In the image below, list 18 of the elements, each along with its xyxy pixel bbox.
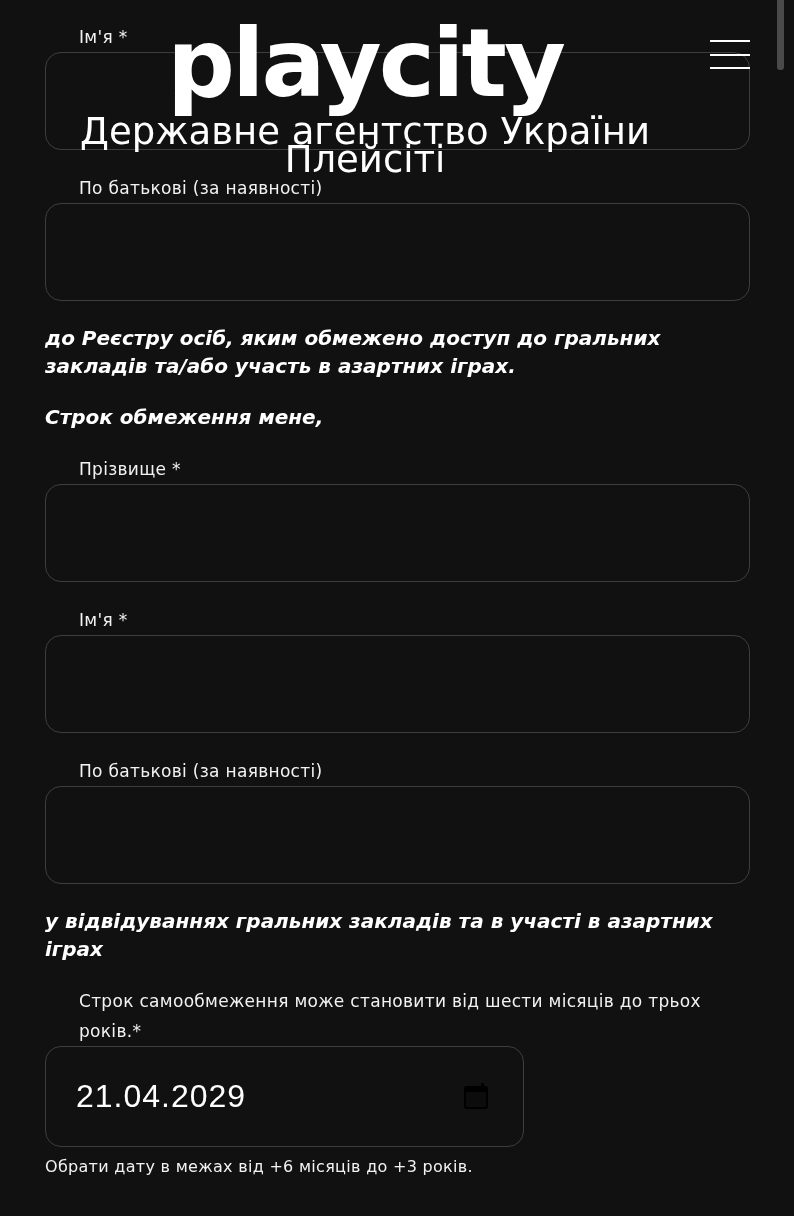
field-label: Ім'я * [79, 609, 128, 632]
logo-text[interactable]: playcity [163, 8, 567, 118]
field-label: По батькові (за наявності) [79, 177, 323, 200]
input-field[interactable] [45, 203, 750, 301]
menu-icon[interactable] [710, 40, 750, 70]
hint-text: Обрати дату в межах від +6 місяців до +3 років. [45, 1156, 473, 1178]
input-field[interactable] [45, 786, 750, 884]
field-label: Прізвище * [79, 458, 181, 481]
date-field[interactable]: 21.04.2029 [45, 1046, 524, 1147]
field-label: Ім'я * [79, 26, 128, 49]
scrollbar-thumb[interactable] [777, 0, 784, 70]
form-note: до Реєстру осіб, яким обмежено доступ до гральних закладів та/або участь в азартних іграх. [45, 325, 662, 380]
input-field[interactable] [45, 635, 750, 733]
form-note: у відвідуваннях гральних закладів та в участі в азартних іграх [45, 908, 714, 963]
form-note: Строк обмеження мене, [45, 404, 325, 431]
field-label: По батькові (за наявності) [79, 760, 323, 783]
field-label: Строк самообмеження може становити від шести місяців до трьох років.* [79, 990, 702, 1043]
input-field[interactable] [45, 484, 750, 582]
